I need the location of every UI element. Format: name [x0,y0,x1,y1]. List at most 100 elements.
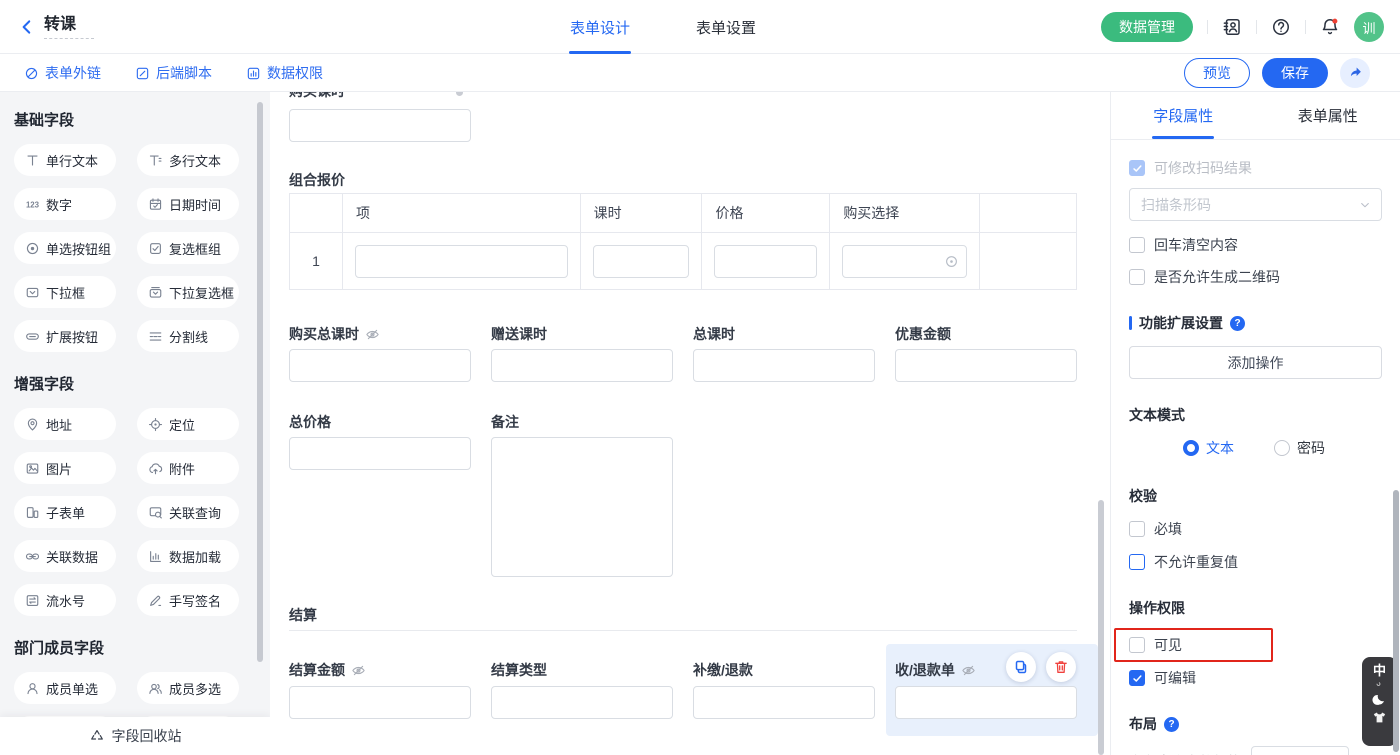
help-badge-icon[interactable]: ? [1230,316,1245,331]
help-badge-icon[interactable]: ? [1164,717,1179,732]
settle-type-input[interactable] [491,686,673,719]
language-toggle[interactable]: 中 [1373,664,1386,678]
form-external-link[interactable]: 表单外链 [24,63,101,83]
translate-darkmode-widget[interactable]: 中 [1362,657,1397,746]
field-item-datetime[interactable]: 日期时间 [137,188,239,220]
data-manage-button[interactable]: 数据管理 [1101,12,1193,42]
field-item-signature[interactable]: 手写签名 [137,584,239,616]
sidebar-scrollbar[interactable] [257,102,263,662]
active-tab-underline [1152,136,1214,139]
copy-field-button[interactable] [1006,652,1036,682]
field-width-select[interactable]: 1/4 [1251,746,1349,755]
crosshair-icon [148,417,163,432]
field-item-radio-group[interactable]: 单选按钮组 [14,232,116,264]
field-item-divider-line[interactable]: 分割线 [137,320,239,352]
scan-mode-select[interactable]: 扫描条形码 [1129,188,1382,221]
required-checkbox-row[interactable]: 必填 [1129,519,1382,539]
scan-result-checkbox-row[interactable]: 可修改扫码结果 [1129,158,1382,178]
discount-input[interactable] [895,349,1077,382]
preview-button[interactable]: 预览 [1184,58,1250,88]
tab-form-properties[interactable]: 表单属性 [1256,92,1400,139]
enter-clear-checkbox-row[interactable]: 回车清空内容 [1129,235,1382,255]
field-item-related-query[interactable]: 关联查询 [137,496,239,528]
remark-textarea[interactable] [491,437,673,577]
gift-hours-input[interactable] [491,349,673,382]
shirt-icon[interactable] [1372,710,1387,725]
title-wrap: 转课 [44,15,94,39]
scan-result-checkbox [1129,160,1145,176]
radio-password[interactable]: 密码 [1274,438,1325,458]
field-item-attachment[interactable]: 附件 [137,452,239,484]
field-item-serial[interactable]: 流水号 [14,584,116,616]
field-label-settle-amount: 结算金额 [289,662,366,679]
share-button[interactable] [1340,58,1370,88]
link-icon [24,66,39,81]
field-input-buy-hours[interactable] [289,109,471,142]
visible-checkbox[interactable] [1129,637,1145,653]
field-item-locate[interactable]: 定位 [137,408,239,440]
canvas-scrollbar[interactable] [1098,500,1104,755]
field-item-label: 数字 [46,195,72,214]
settle-amount-input[interactable] [289,686,471,719]
moon-icon[interactable] [1372,692,1387,707]
field-item-subform[interactable]: 子表单 [14,496,116,528]
visible-checkbox-row[interactable]: 可见 [1129,635,1271,655]
receipt-input[interactable] [895,686,1077,719]
total-hours-input[interactable] [693,349,875,382]
field-recycle-bin[interactable]: 字段回收站 [0,717,270,755]
qrcode-checkbox[interactable] [1129,269,1145,285]
field-item-extend-button[interactable]: 扩展按钮 [14,320,116,352]
item-input[interactable] [355,245,568,278]
no-duplicate-checkbox[interactable] [1129,554,1145,570]
qrcode-checkbox-row[interactable]: 是否允许生成二维码 [1129,267,1382,287]
add-action-button[interactable]: 添加操作 [1129,346,1382,379]
enter-clear-checkbox[interactable] [1129,237,1145,253]
page-scrollbar[interactable] [1393,490,1399,752]
field-item-address[interactable]: 地址 [14,408,116,440]
editable-checkbox[interactable] [1129,670,1145,686]
radio-text-control[interactable] [1183,440,1199,456]
avatar[interactable]: 训 [1354,12,1384,42]
field-item-related-data[interactable]: 关联数据 [14,540,116,572]
field-label-gift-hours: 赠送课时 [491,326,547,343]
header-left: 转课 [0,15,94,39]
tab-field-properties[interactable]: 字段属性 [1111,92,1256,139]
total-buy-hours-input[interactable] [289,349,471,382]
save-button[interactable]: 保存 [1262,58,1328,88]
single-text-icon [25,153,40,168]
field-item-image[interactable]: 图片 [14,452,116,484]
tab-form-design[interactable]: 表单设计 [570,0,630,54]
data-permission-link[interactable]: 数据权限 [246,63,323,83]
field-item-label: 成员单选 [46,679,98,698]
field-item-member-multi[interactable]: 成员多选 [137,672,239,704]
field-item-member-single[interactable]: 成员单选 [14,672,116,704]
notification-bell-icon[interactable] [1320,17,1340,37]
radio-text[interactable]: 文本 [1183,438,1234,458]
contacts-book-icon[interactable] [1222,17,1242,37]
no-duplicate-checkbox-row[interactable]: 不允许重复值 [1129,552,1382,572]
help-icon[interactable] [1271,17,1291,37]
section-title-basic: 基础字段 [14,112,270,130]
editable-checkbox-row[interactable]: 可编辑 [1129,668,1382,688]
field-item-checkbox-group[interactable]: 复选框组 [137,232,239,264]
backend-script-link[interactable]: 后端脚本 [135,63,212,83]
multi-select-icon [148,285,163,300]
field-item-single-text[interactable]: 单行文本 [14,144,116,176]
field-item-multi-select[interactable]: 下拉复选框 [137,276,239,308]
cell-item [342,232,580,289]
field-item-data-load[interactable]: 数据加载 [137,540,239,572]
total-price-input[interactable] [289,437,471,470]
refund-input[interactable] [693,686,875,719]
radio-password-control[interactable] [1274,440,1290,456]
delete-field-button[interactable] [1046,652,1076,682]
field-item-select[interactable]: 下拉框 [14,276,116,308]
price-input[interactable] [714,245,817,278]
required-checkbox[interactable] [1129,521,1145,537]
field-item-label: 单行文本 [46,151,98,170]
back-icon[interactable] [18,18,36,36]
field-item-multi-text[interactable]: 多行文本 [137,144,239,176]
hours-input[interactable] [593,245,690,278]
data-permission-label: 数据权限 [267,63,323,83]
tab-form-settings[interactable]: 表单设置 [696,0,756,54]
field-item-number[interactable]: 123数字 [14,188,116,220]
